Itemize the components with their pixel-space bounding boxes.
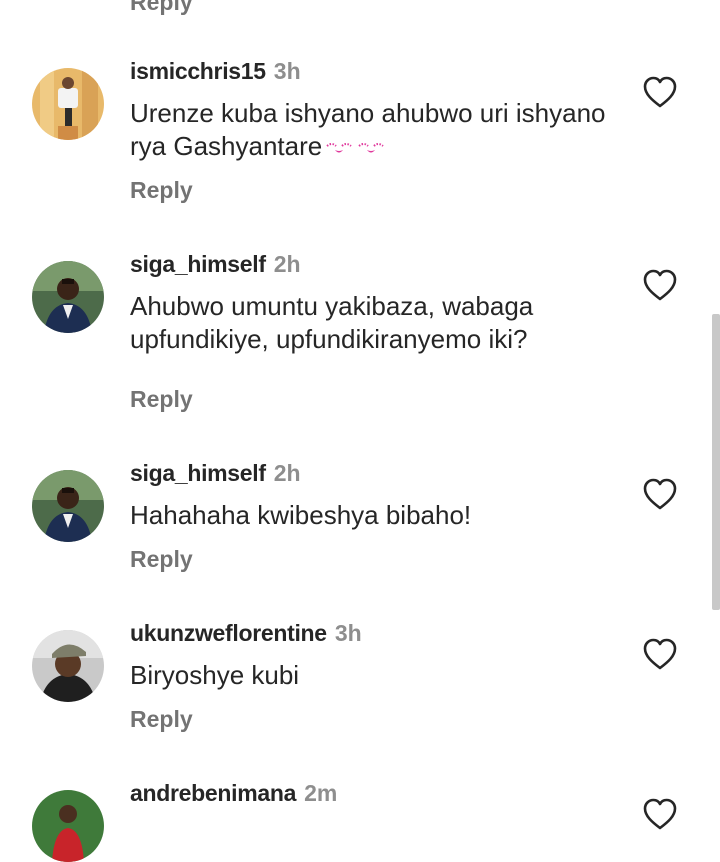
timestamp: 3h xyxy=(334,620,362,646)
comment-meta: siga_himself 2h xyxy=(130,249,301,279)
comment-text: Ahubwo umuntu yakibaza, wabaga upfundiki… xyxy=(130,291,534,354)
timestamp: 3h xyxy=(273,58,301,84)
username[interactable]: ukunzweflorentine xyxy=(130,620,327,646)
comment-meta: siga_himself 2h xyxy=(130,458,301,488)
heart-outline-icon[interactable] xyxy=(642,797,678,831)
avatar[interactable] xyxy=(32,68,104,140)
avatar[interactable] xyxy=(32,470,104,542)
avatar[interactable] xyxy=(32,630,104,702)
timestamp: 2m xyxy=(304,780,338,806)
username[interactable]: ismicchris15 xyxy=(130,58,266,84)
reply-button[interactable]: Reply xyxy=(130,0,193,16)
comment-text: Hahahaha kwibeshya bibaho! xyxy=(130,500,472,530)
comment-text: Urenze kuba ishyano ahubwo uri ishyano r… xyxy=(130,97,610,165)
reply-button[interactable]: Reply xyxy=(130,176,193,204)
kissing-face-icon xyxy=(324,132,354,165)
username[interactable]: siga_himself xyxy=(130,251,266,277)
avatar[interactable] xyxy=(32,261,104,333)
comment-meta: andrebenimana 2m xyxy=(130,778,337,808)
username[interactable]: siga_himself xyxy=(130,460,266,486)
username[interactable]: andrebenimana xyxy=(130,780,296,806)
reply-button[interactable]: Reply xyxy=(130,705,193,733)
reply-button[interactable]: Reply xyxy=(130,545,193,573)
kissing-face-icon xyxy=(356,132,386,165)
timestamp: 2h xyxy=(273,251,301,277)
avatar[interactable] xyxy=(32,790,104,862)
heart-outline-icon[interactable] xyxy=(642,268,678,302)
scrollbar[interactable] xyxy=(712,314,720,610)
heart-outline-icon[interactable] xyxy=(642,75,678,109)
comment-meta: ismicchris15 3h xyxy=(130,56,301,86)
heart-outline-icon[interactable] xyxy=(642,477,678,511)
timestamp: 2h xyxy=(273,460,301,486)
reply-button[interactable]: Reply xyxy=(130,385,193,413)
comment-meta: ukunzweflorentine 3h xyxy=(130,618,362,648)
heart-outline-icon[interactable] xyxy=(642,637,678,671)
comment-text: Biryoshye kubi xyxy=(130,660,300,690)
